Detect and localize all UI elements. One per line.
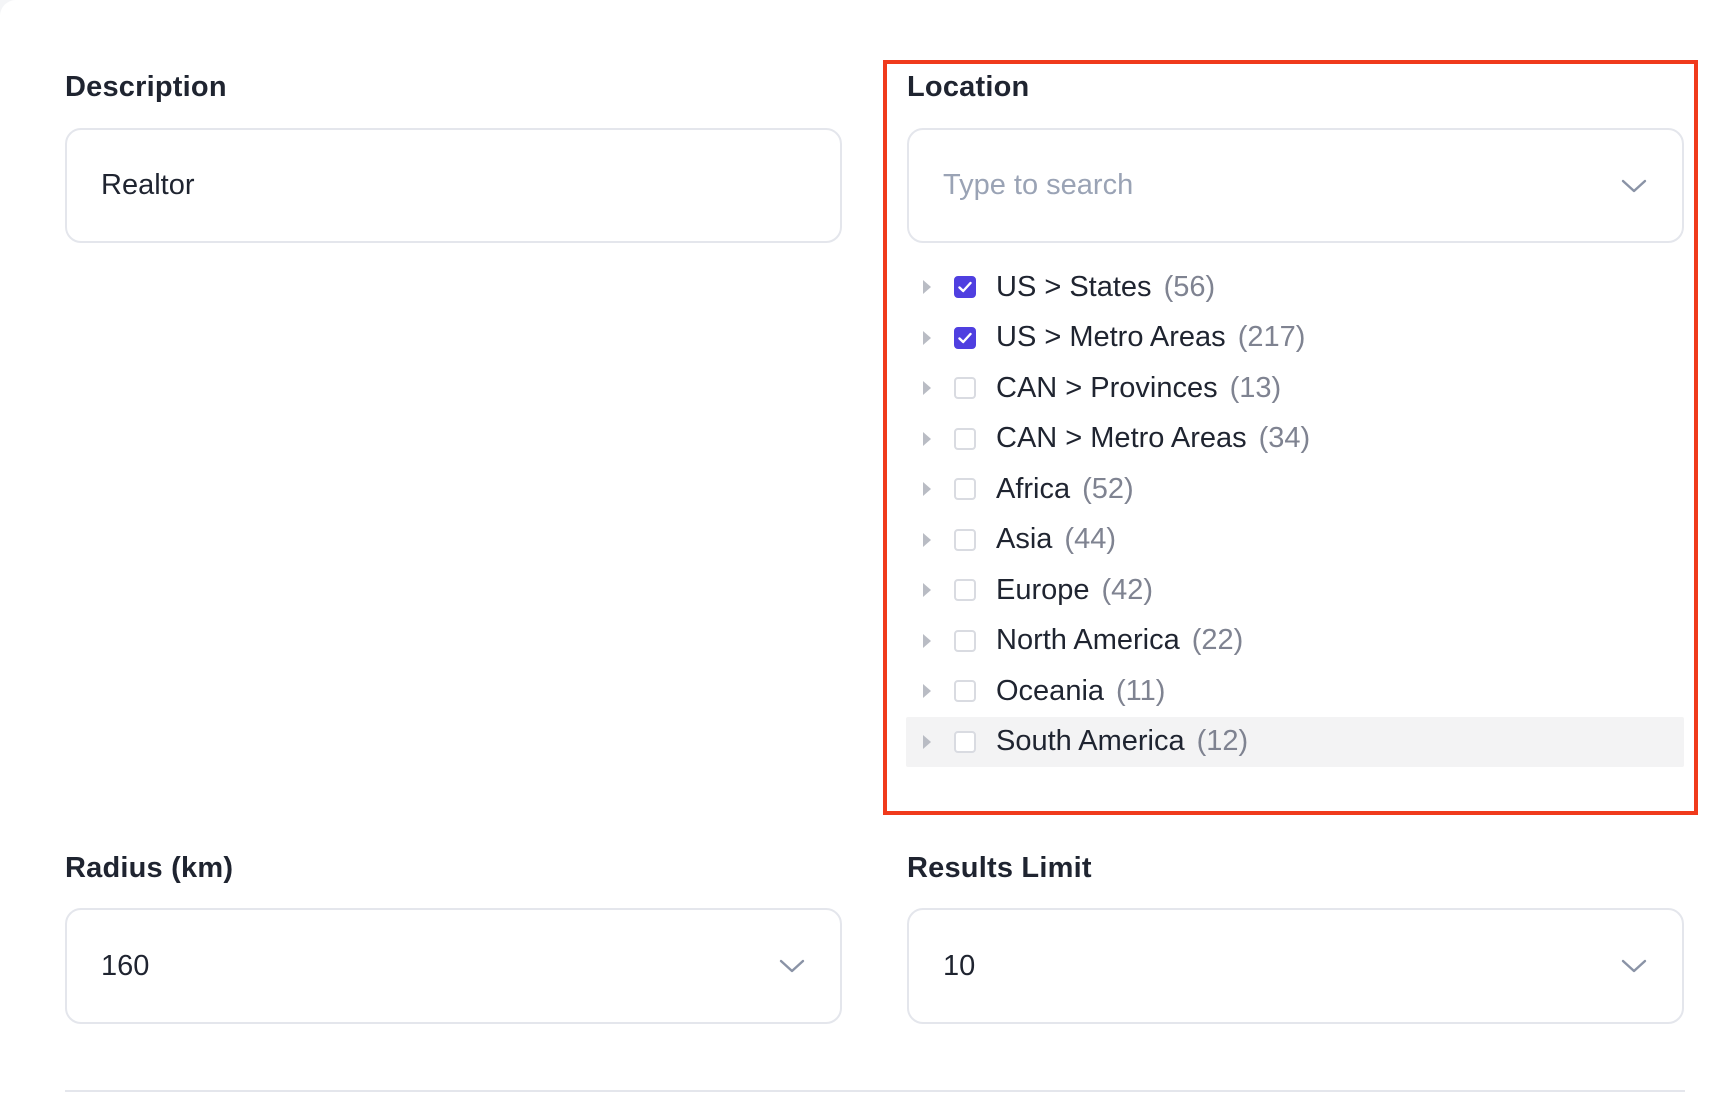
caret-right-icon[interactable]: [908, 733, 946, 751]
results-limit-value: 10: [943, 949, 976, 982]
tree-item[interactable]: Oceania (11): [906, 666, 1684, 717]
tree-item-checkbox[interactable]: [954, 427, 976, 450]
caret-right-icon[interactable]: [908, 632, 946, 650]
radius-value: 160: [101, 949, 150, 982]
chevron-down-icon[interactable]: [778, 952, 806, 980]
tree-item[interactable]: North America (22): [906, 616, 1684, 667]
tree-item[interactable]: US > States (56): [906, 262, 1684, 313]
tree-item[interactable]: Africa (52): [906, 464, 1684, 515]
tree-item-count: (22): [1191, 624, 1244, 657]
tree-item-checkbox[interactable]: [954, 377, 976, 400]
tree-item[interactable]: Asia (44): [906, 515, 1684, 566]
form-card: Description Realtor Location Type to sea…: [0, 0, 1720, 1100]
description-value: Realtor: [101, 169, 195, 201]
description-label: Description: [65, 71, 227, 103]
tree-item-label: Asia: [996, 523, 1053, 556]
description-input[interactable]: Realtor: [65, 128, 842, 243]
checkmark-icon: [958, 332, 972, 343]
tree-item-checkbox[interactable]: [954, 629, 976, 652]
tree-item-label: Europe: [996, 573, 1090, 606]
tree-item-checkbox[interactable]: [954, 276, 976, 299]
tree-item[interactable]: Europe (42): [906, 565, 1684, 616]
tree-item-label: CAN > Provinces: [996, 371, 1218, 404]
tree-item-checkbox[interactable]: [954, 326, 976, 349]
radius-select[interactable]: 160: [65, 908, 842, 1024]
tree-item-count: (34): [1258, 422, 1311, 455]
caret-right-icon[interactable]: [908, 379, 946, 397]
tree-item-count: (12): [1196, 725, 1249, 758]
location-search-input[interactable]: Type to search: [907, 128, 1684, 243]
tree-item[interactable]: US > Metro Areas (217): [906, 313, 1684, 364]
tree-item-label: South America: [996, 725, 1185, 758]
tree-item[interactable]: CAN > Metro Areas (34): [906, 414, 1684, 465]
results-limit-label: Results Limit: [907, 852, 1092, 884]
tree-item-checkbox[interactable]: [954, 730, 976, 753]
caret-right-icon[interactable]: [908, 278, 946, 296]
location-search-placeholder: Type to search: [943, 169, 1134, 201]
tree-item-label: US > States: [996, 270, 1152, 303]
tree-item-checkbox[interactable]: [954, 478, 976, 501]
tree-item-label: US > Metro Areas: [996, 321, 1226, 354]
tree-item-checkbox[interactable]: [954, 680, 976, 703]
caret-right-icon[interactable]: [908, 682, 946, 700]
location-label: Location: [907, 71, 1030, 103]
tree-item[interactable]: CAN > Provinces (13): [906, 363, 1684, 414]
tree-item-label: North America: [996, 624, 1180, 657]
chevron-down-icon[interactable]: [1620, 952, 1648, 980]
tree-item[interactable]: South America (12): [906, 716, 1684, 767]
caret-right-icon[interactable]: [908, 581, 946, 599]
tree-item-label: CAN > Metro Areas: [996, 422, 1247, 455]
tree-item-count: (13): [1229, 371, 1282, 404]
results-limit-select[interactable]: 10: [907, 908, 1684, 1024]
chevron-down-icon[interactable]: [1620, 172, 1648, 200]
tree-item-checkbox[interactable]: [954, 528, 976, 551]
tree-item-label: Africa: [996, 472, 1071, 505]
tree-item-count: (52): [1082, 472, 1134, 505]
location-tree: US > States (56) US > Metro Areas (217) CAN …: [906, 262, 1684, 767]
tree-item-count: (44): [1064, 523, 1116, 556]
tree-item-count: (11): [1116, 674, 1166, 707]
checkmark-icon: [958, 282, 972, 293]
tree-item-checkbox[interactable]: [954, 579, 976, 602]
tree-item-count: (42): [1101, 573, 1154, 606]
divider: [65, 1090, 1685, 1092]
caret-right-icon[interactable]: [908, 430, 946, 448]
tree-item-count: (56): [1163, 270, 1216, 303]
caret-right-icon[interactable]: [908, 329, 946, 347]
tree-item-label: Oceania: [996, 674, 1105, 707]
caret-right-icon[interactable]: [908, 531, 946, 549]
radius-label: Radius (km): [65, 852, 234, 884]
caret-right-icon[interactable]: [908, 480, 946, 498]
tree-item-count: (217): [1237, 321, 1306, 354]
